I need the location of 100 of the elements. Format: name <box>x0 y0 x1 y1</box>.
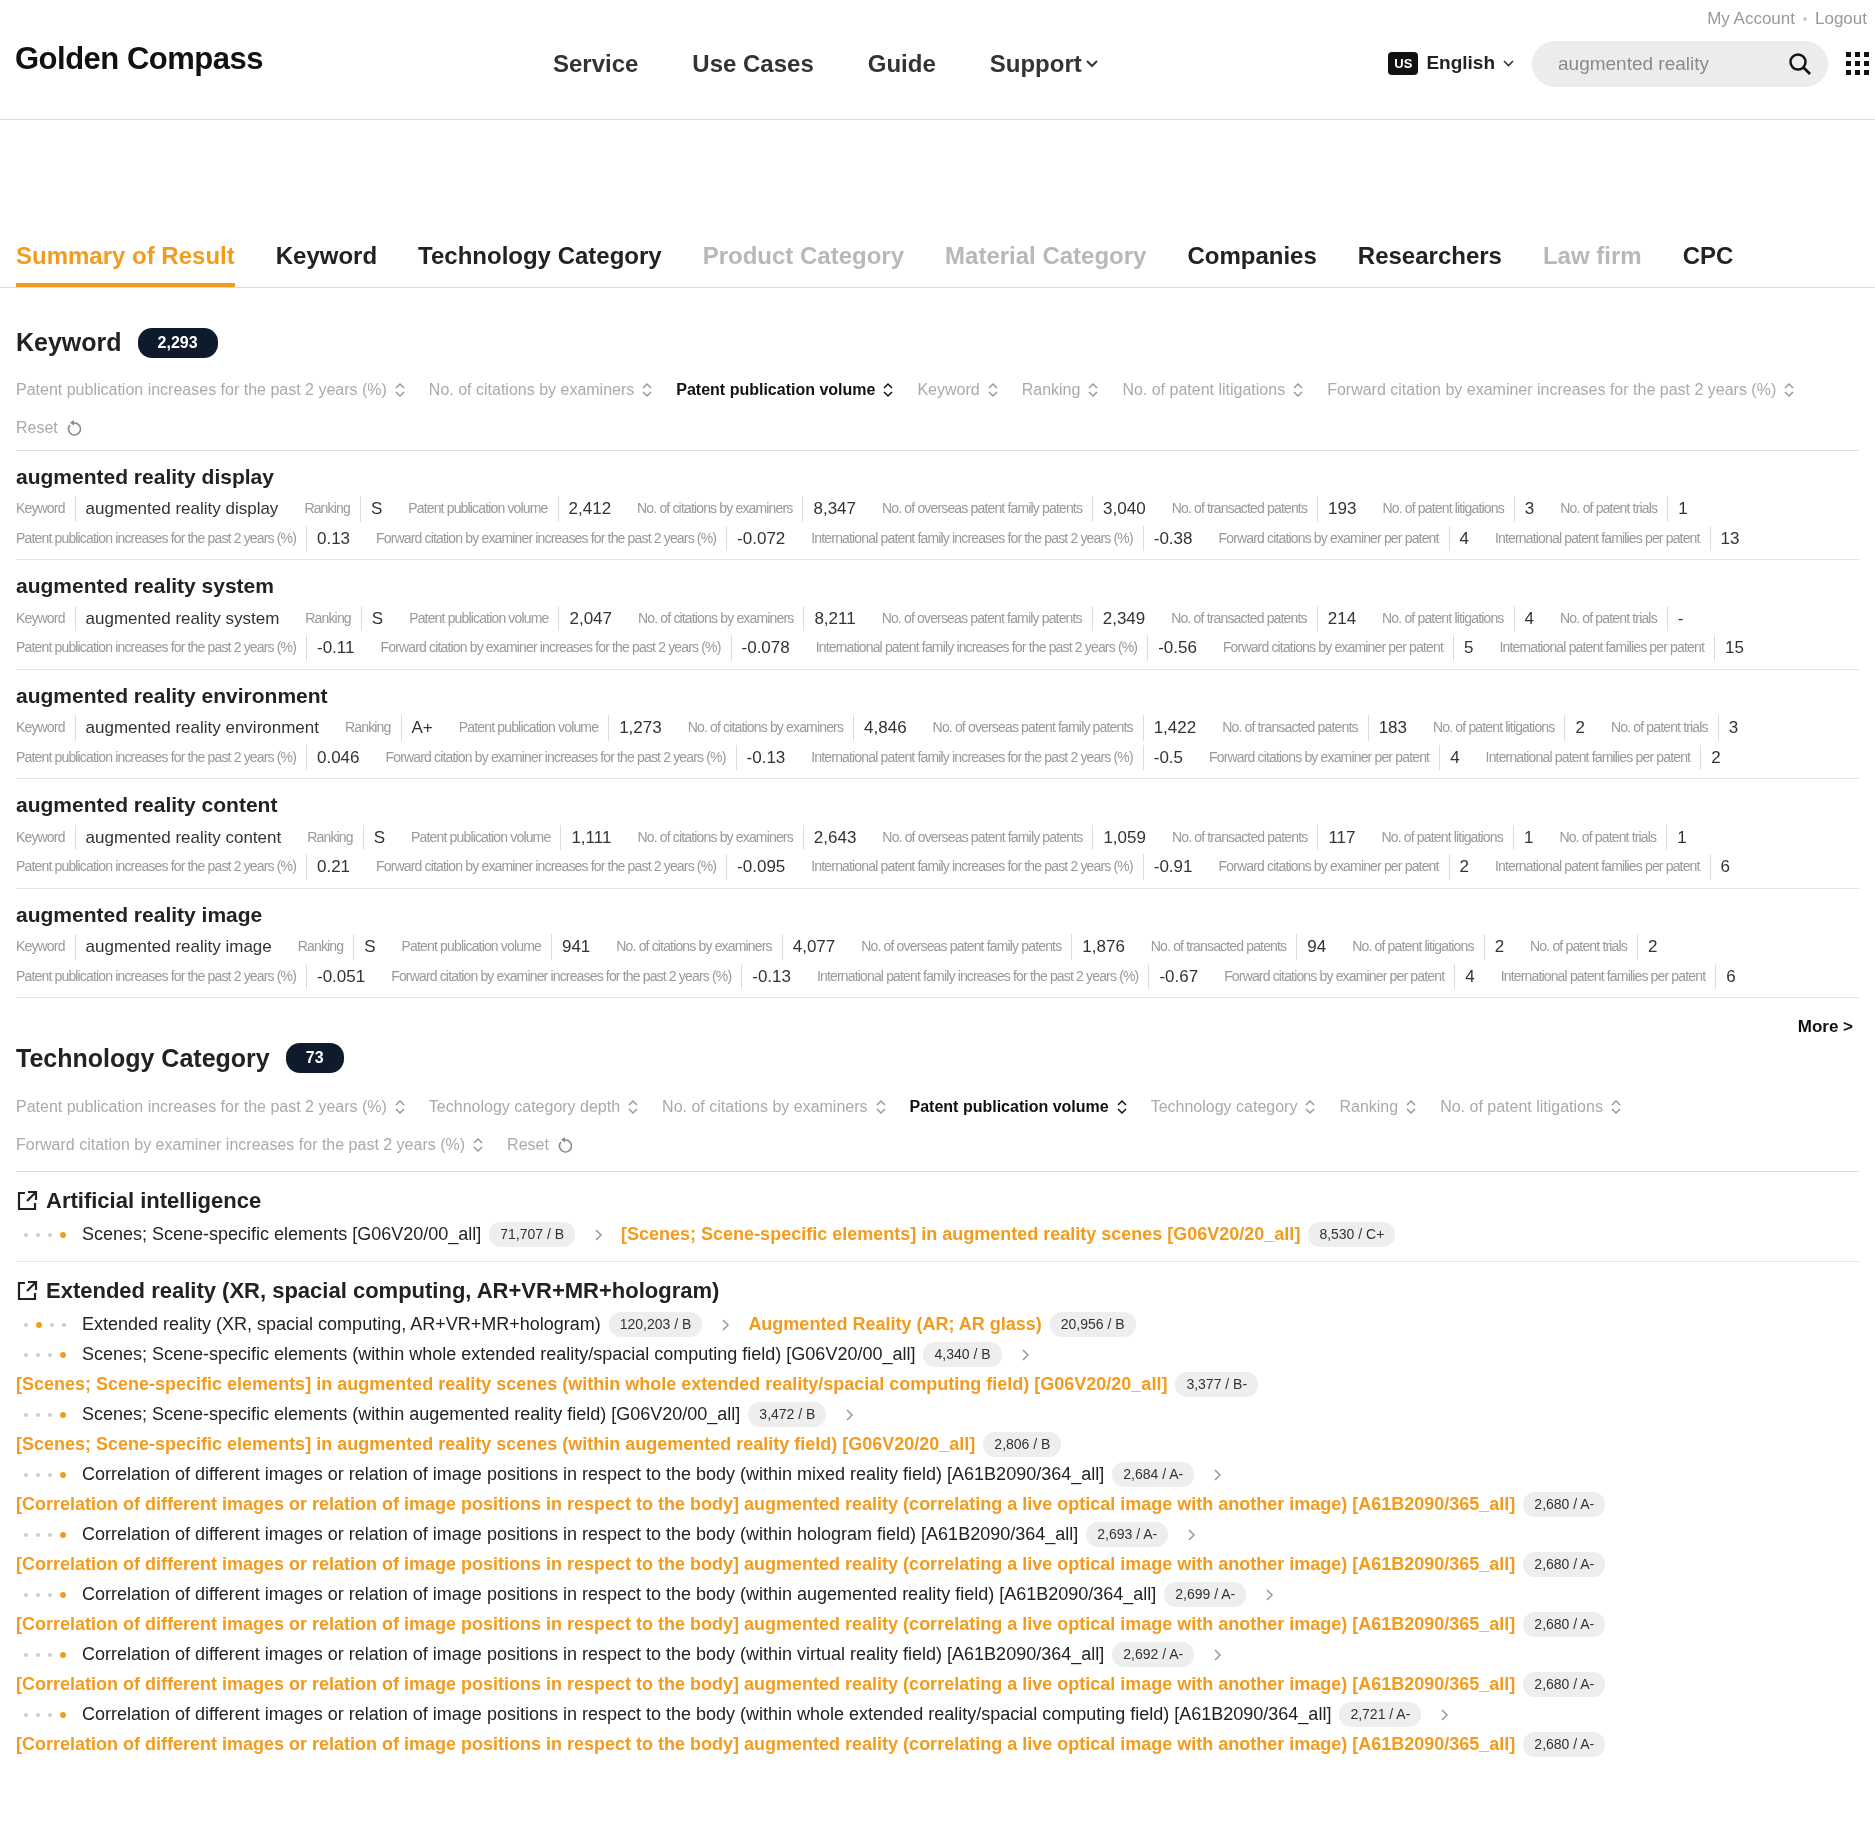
field-value: 2 <box>1700 744 1721 770</box>
tab[interactable]: Technology Category <box>418 238 662 287</box>
field-label: Patent publication increases for the past 2 years (%) <box>16 638 296 658</box>
category-path[interactable]: Correlation of different images or relation of image positions in respect to the body (within augemented reality field) [A61B2090/364_all] <box>82 1584 1157 1605</box>
field-label: International patent family increases for the past 2 years (%) <box>811 528 1133 548</box>
category-path[interactable]: Correlation of different images or relation of image positions in respect to the body (within hologram field) [A61B2090/364_all] <box>82 1524 1079 1545</box>
tab[interactable]: Companies <box>1187 238 1317 287</box>
field-label: No. of citations by examiners <box>638 608 794 628</box>
field-value: augmented reality system <box>74 605 280 631</box>
field-value: 2,643 <box>802 824 857 850</box>
field-value: augmented reality content <box>74 824 282 850</box>
field-value: -0.56 <box>1147 635 1197 661</box>
field-value: 3 <box>1513 496 1535 522</box>
field-value: 4 <box>1454 963 1475 989</box>
chevron-right-icon <box>1188 1528 1197 1541</box>
field-label: No. of patent trials <box>1560 499 1658 519</box>
search-icon[interactable] <box>1788 51 1812 76</box>
field-label: No. of overseas patent family patents <box>932 718 1133 738</box>
field-value: S <box>353 934 376 960</box>
field-label: Keyword <box>16 718 65 738</box>
count-badge: 2,680 / A- <box>1523 1672 1606 1697</box>
field-value: -0.5 <box>1142 744 1184 770</box>
field-value: 4 <box>1448 525 1470 551</box>
chevron-right-icon <box>846 1408 855 1421</box>
keyword-title[interactable]: augmented reality display <box>16 460 1859 492</box>
nav-link[interactable]: Use Cases <box>692 45 814 82</box>
field-value: 214 <box>1316 605 1357 631</box>
field-value: augmented reality image <box>74 934 272 960</box>
count-badge: 2,721 / A- <box>1339 1702 1422 1727</box>
category-path[interactable]: Correlation of different images or relation of image positions in respect to the body (within whole extended reality/spacial computing field) [A61B2090/364_all] <box>82 1704 1332 1725</box>
external-link-icon[interactable] <box>16 1279 38 1302</box>
tab[interactable]: Researchers <box>1357 238 1502 287</box>
field-value: 2 <box>1636 934 1658 960</box>
flag-icon: US <box>1388 51 1419 76</box>
field-label: Ranking <box>305 608 351 628</box>
sort-option[interactable]: Patent publication volume <box>676 377 894 402</box>
count-badge: 8,530 / C+ <box>1308 1222 1396 1247</box>
sort-icon <box>1088 381 1099 398</box>
field-label: No. of citations by examiners <box>616 937 772 957</box>
field-label: Patent publication volume <box>411 827 551 847</box>
field-value: -0.13 <box>735 744 786 770</box>
category-path[interactable]: Correlation of different images or relation of image positions in respect to the body (within virtual reality field) [A61B2090/364_all] <box>82 1644 1105 1665</box>
language-selector[interactable]: US English <box>1388 49 1514 78</box>
count-badge: 2,684 / A- <box>1112 1462 1195 1487</box>
field-label: No. of patent litigations <box>1382 608 1504 628</box>
keyword-title[interactable]: augmented reality image <box>16 898 1859 930</box>
field-label: Forward citations by examiner per patent <box>1209 747 1430 767</box>
external-link-icon[interactable] <box>16 1189 38 1212</box>
field-label: Keyword <box>16 937 65 957</box>
field-value: 6 <box>1709 854 1731 880</box>
field-value: 1,273 <box>608 715 662 741</box>
section-title: Keyword <box>16 327 122 358</box>
field-label: Forward citation by examiner increases for the past 2 years (%) <box>380 638 721 658</box>
field-label: No. of overseas patent family patents <box>881 608 1082 628</box>
more-link[interactable]: More > <box>1797 1014 1853 1040</box>
tab[interactable]: CPC <box>1682 238 1734 287</box>
field-value: A+ <box>400 715 433 741</box>
tab[interactable]: Keyword <box>275 238 378 287</box>
field-value: 183 <box>1367 715 1407 741</box>
sort-option[interactable]: Patent publication volume <box>909 1095 1127 1119</box>
field-label: Patent publication increases for the past 2 years (%) <box>16 528 296 548</box>
category-title[interactable]: Artificial intelligence <box>46 1184 262 1217</box>
nav-link[interactable]: Guide <box>867 45 936 82</box>
field-value: 6 <box>1715 963 1736 989</box>
category-path[interactable]: Correlation of different images or relation of image positions in respect to the body (within mixed reality field) [A61B2090/364_all] <box>82 1464 1105 1485</box>
field-value: 0.21 <box>306 854 351 880</box>
field-label: International patent families per patent <box>1499 638 1704 658</box>
field-value: 15 <box>1714 635 1744 661</box>
nav-link[interactable]: Service <box>552 45 639 82</box>
sort-icon <box>875 1099 886 1115</box>
field-value: -0.051 <box>306 963 366 989</box>
keyword-title[interactable]: augmented reality environment <box>16 679 1859 711</box>
field-label: Patent publication volume <box>458 718 599 738</box>
category-path[interactable]: Extended reality (XR, spacial computing, AR+VR+MR+hologram) <box>82 1314 601 1335</box>
field-value: 4,077 <box>781 934 836 960</box>
sort-icon <box>1784 381 1795 398</box>
count-badge: 73 <box>285 1043 344 1074</box>
field-value: S <box>360 605 384 631</box>
field-label: No. of patent litigations <box>1352 937 1474 957</box>
category-path[interactable]: Scenes; Scene-specific elements (within whole extended reality/spacial computing field) [G06V20/00_all] <box>82 1344 916 1365</box>
field-label: No. of patent trials <box>1530 937 1627 957</box>
category-path[interactable]: Scenes; Scene-specific elements (within augemented reality field) [G06V20/00_all] <box>82 1404 741 1425</box>
logo[interactable]: Golden Compass <box>15 36 263 83</box>
nav-link[interactable]: Support <box>989 45 1098 82</box>
category-title[interactable]: Extended reality (XR, spacial computing, AR+VR+MR+hologram) <box>46 1274 720 1307</box>
field-value: - <box>1666 605 1684 631</box>
field-value: 1 <box>1667 496 1688 522</box>
keyword-title[interactable]: augmented reality system <box>16 570 1859 602</box>
field-value: 193 <box>1317 496 1357 522</box>
category-path[interactable]: Scenes; Scene-specific elements [G06V20/00_all] <box>82 1224 482 1245</box>
keyword-title[interactable]: augmented reality content <box>16 789 1859 821</box>
count-badge: 2,680 / A- <box>1523 1732 1606 1757</box>
field-value: 94 <box>1296 934 1327 960</box>
field-value: 8,347 <box>802 496 857 522</box>
grid-menu-icon[interactable] <box>1846 52 1869 75</box>
search-field[interactable]: augmented reality <box>1532 40 1828 87</box>
field-value: 3,040 <box>1092 496 1146 522</box>
field-label: International patent family increases for the past 2 years (%) <box>816 966 1139 986</box>
field-value: 1,059 <box>1092 824 1146 850</box>
chevron-right-icon <box>595 1228 604 1241</box>
